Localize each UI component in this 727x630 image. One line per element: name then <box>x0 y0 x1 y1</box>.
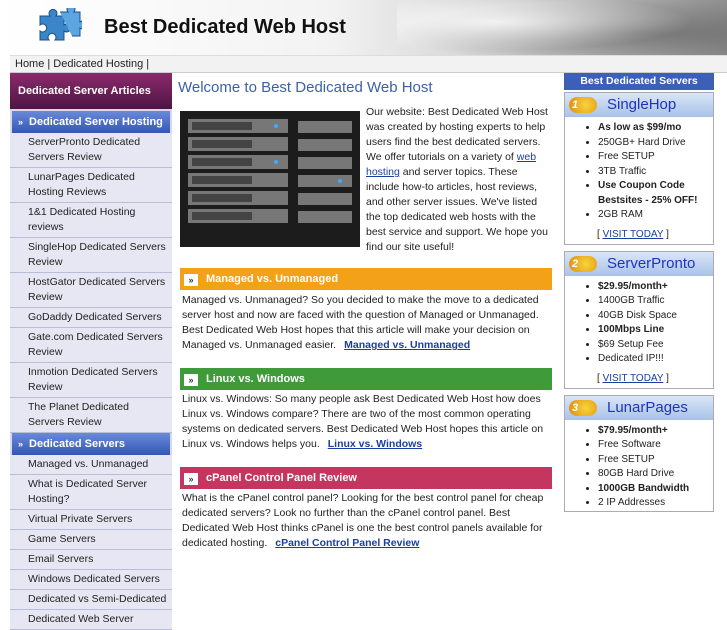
section-label: Dedicated Server Hosting <box>29 116 163 128</box>
section-heading-text: Managed vs. Unmanaged <box>206 273 339 285</box>
host-card-header: 3 LunarPages <box>565 395 713 420</box>
sidebar-item[interactable]: Dedicated Web Server <box>10 610 172 630</box>
visit-today-link[interactable]: VISIT TODAY <box>603 373 664 384</box>
section-heading-cpanel: » cPanel Control Panel Review <box>180 467 552 489</box>
sidebar-item[interactable]: Managed vs. Unmanaged <box>10 455 172 475</box>
chevron-right-icon: » <box>18 117 24 127</box>
section-label: Dedicated Servers <box>29 438 126 450</box>
section-text-managed: Managed vs. Unmanaged? So you decided to… <box>182 293 552 353</box>
sidebar-item[interactable]: SingleHop Dedicated Servers Review <box>10 238 172 273</box>
feature-item: 100Mbps Line <box>598 323 713 338</box>
sidebar-item[interactable]: What is Dedicated Server Hosting? <box>10 475 172 510</box>
feature-item: $79.95/month+ <box>598 424 713 439</box>
sidebar-list-hosting: ServerPronto Dedicated Servers Review Lun… <box>10 133 172 433</box>
intro-text: Our website: Best Dedicated Web Host was… <box>366 105 551 255</box>
visit-today-link[interactable]: VISIT TODAY <box>603 229 664 240</box>
right-sidebar: Best Dedicated Servers 1 SingleHop As low … <box>564 73 714 545</box>
visit-row: [ VISIT TODAY ] <box>597 228 669 240</box>
sidebar-item[interactable]: HostGator Dedicated Servers Review <box>10 273 172 308</box>
host-card-header: 2 ServerPronto <box>565 251 713 276</box>
feature-item: Free SETUP <box>598 150 713 165</box>
sidebar-item[interactable]: GoDaddy Dedicated Servers <box>10 308 172 328</box>
host-card: 1 SingleHop As low as $99/mo250GB+ Hard Dr… <box>564 92 714 245</box>
intro-text-b: and server topics. These include how-to … <box>366 166 548 253</box>
sidebar-item[interactable]: Email Servers <box>10 550 172 570</box>
sidebar-item[interactable]: 1&1 Dedicated Hosting reviews <box>10 203 172 238</box>
feature-item: Free Software <box>598 438 713 453</box>
feature-item: 1000GB Bandwidth <box>598 482 713 497</box>
sidebar-item[interactable]: Game Servers <box>10 530 172 550</box>
header-clouds <box>397 0 727 55</box>
feature-item: 250GB+ Hard Drive <box>598 136 713 151</box>
host-card-header: 1 SingleHop <box>565 93 713 117</box>
sidebar-item[interactable]: Gate.com Dedicated Servers Review <box>10 328 172 363</box>
sidebar-item[interactable]: Virtual Private Servers <box>10 510 172 530</box>
host-card: 2 ServerPronto $29.95/month+1400GB Traffic… <box>564 250 714 389</box>
hosts-title: Best Dedicated Servers <box>564 73 714 90</box>
feature-item: 2GB RAM <box>598 208 713 223</box>
section-heading-text: Linux vs. Windows <box>206 373 305 385</box>
section-heading-text: cPanel Control Panel Review <box>206 472 357 484</box>
sidebar-item[interactable]: The Planet Dedicated Servers Review <box>10 398 172 433</box>
sidebar-item[interactable]: Inmotion Dedicated Servers Review <box>10 363 172 398</box>
chevron-right-icon: » <box>184 274 198 286</box>
feature-item: 80GB Hard Drive <box>598 467 713 482</box>
site-header: Best Dedicated Web Host <box>0 0 727 55</box>
site-title[interactable]: Best Dedicated Web Host <box>104 16 346 39</box>
sidebar-item[interactable]: LunarPages Dedicated Hosting Reviews <box>10 168 172 203</box>
feature-item: Use Coupon Code Bestsites - 25% OFF! <box>598 179 713 208</box>
host-name-link[interactable]: ServerPronto <box>607 255 695 272</box>
hosts-list: 1 SingleHop As low as $99/mo250GB+ Hard Dr… <box>564 92 714 512</box>
feature-item: 1400GB Traffic <box>598 294 713 309</box>
section-heading-managed: » Managed vs. Unmanaged <box>180 268 552 290</box>
rank-badge: 2 <box>569 255 597 272</box>
feature-item: 40GB Disk Space <box>598 309 713 324</box>
linux-vs-windows-link[interactable]: Linux vs. Windows <box>328 438 422 450</box>
chevron-right-icon: » <box>18 439 24 449</box>
host-name-link[interactable]: LunarPages <box>607 399 688 416</box>
feature-item: Free SETUP <box>598 453 713 468</box>
section-heading-linux: » Linux vs. Windows <box>180 368 552 390</box>
cpanel-review-link[interactable]: cPanel Control Panel Review <box>275 537 419 549</box>
server-rack-image <box>180 111 360 247</box>
rank-badge: 1 <box>569 97 597 113</box>
feature-item: As low as $99/mo <box>598 121 713 136</box>
sidebar-item[interactable]: ServerPronto Dedicated Servers Review <box>10 133 172 168</box>
chevron-right-icon: » <box>184 473 198 485</box>
managed-vs-unmanaged-link[interactable]: Managed vs. Unmanaged <box>344 339 470 351</box>
host-features: $79.95/month+Free SoftwareFree SETUP80GB… <box>565 424 713 511</box>
feature-item: $29.95/month+ <box>598 280 713 295</box>
sidebar-title: Dedicated Server Articles <box>10 73 172 109</box>
breadcrumb: Home | Dedicated Hosting | <box>10 55 727 73</box>
section-text-linux: Linux vs. Windows: So many people ask Be… <box>182 392 552 452</box>
rank-badge: 3 <box>569 399 597 416</box>
host-features: As low as $99/mo250GB+ Hard DriveFree SE… <box>565 121 713 223</box>
sidebar-list-servers: Managed vs. Unmanaged What is Dedicated S… <box>10 455 172 630</box>
sidebar-section-hosting[interactable]: » Dedicated Server Hosting <box>12 111 170 133</box>
sidebar-item[interactable]: Windows Dedicated Servers <box>10 570 172 590</box>
breadcrumb-links[interactable]: Home | Dedicated Hosting | <box>10 58 149 70</box>
host-features: $29.95/month+1400GB Traffic40GB Disk Spa… <box>565 280 713 367</box>
visit-row: [ VISIT TODAY ] <box>597 372 669 384</box>
sidebar-section-servers[interactable]: » Dedicated Servers <box>12 433 170 455</box>
feature-item: Dedicated IP!!! <box>598 352 713 367</box>
left-sidebar: Dedicated Server Articles » Dedicated Ser… <box>10 73 172 630</box>
host-name-link[interactable]: SingleHop <box>607 96 676 113</box>
puzzle-logo-icon[interactable] <box>36 8 82 48</box>
page-title: Welcome to Best Dedicated Web Host <box>178 79 433 96</box>
sidebar-item[interactable]: Dedicated vs Semi-Dedicated <box>10 590 172 610</box>
chevron-right-icon: » <box>184 374 198 386</box>
main-content: Welcome to Best Dedicated Web Host Our w… <box>178 75 554 549</box>
feature-item: $69 Setup Fee <box>598 338 713 353</box>
feature-item: 3TB Traffic <box>598 165 713 180</box>
section-text-cpanel: What is the cPanel control panel? Lookin… <box>182 491 552 551</box>
feature-item: 2 IP Addresses <box>598 496 713 511</box>
host-card: 3 LunarPages $79.95/month+Free SoftwareFre… <box>564 394 714 512</box>
